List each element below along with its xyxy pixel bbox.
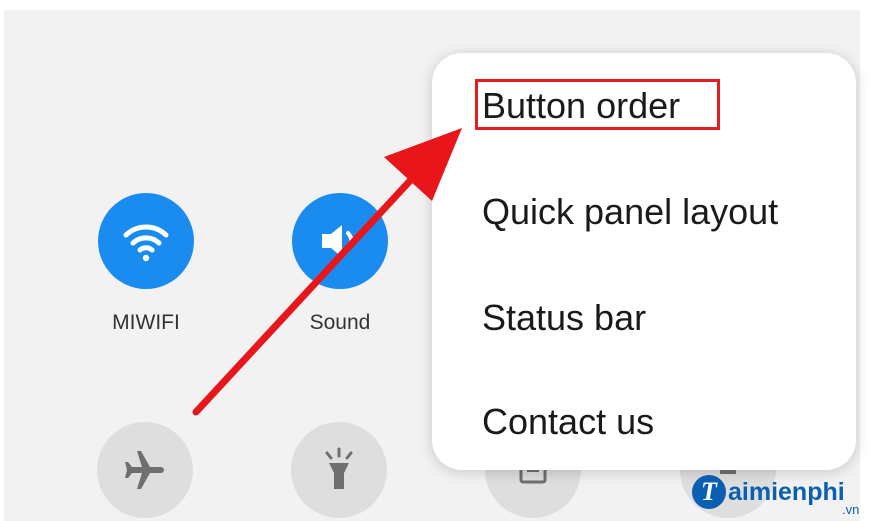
watermark-brand: aimienphi xyxy=(728,477,845,506)
watermark-tld: .vn xyxy=(842,502,860,517)
watermark-logo: T aimienphi .vn xyxy=(692,472,859,517)
annotation-arrow xyxy=(192,128,462,416)
watermark-logo-letter: T xyxy=(692,475,726,509)
